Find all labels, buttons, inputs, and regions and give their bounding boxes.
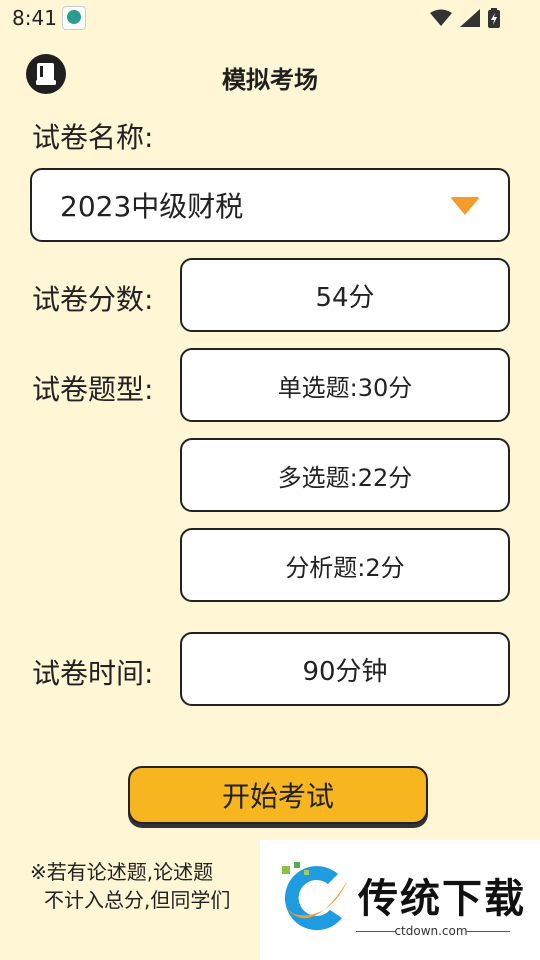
start-exam-button[interactable]: 开始考试 [128, 766, 428, 824]
type-multiple-choice: 多选题:22分 [180, 438, 510, 512]
score-value: 54分 [315, 282, 375, 313]
status-bar: 8:41 [0, 0, 540, 36]
status-icons [430, 8, 500, 28]
page-title: 模拟考场 [222, 66, 318, 94]
types-label: 试卷题型: [32, 373, 154, 406]
time-value: 90分钟 [302, 656, 388, 687]
type-single-choice-text: 单选题:30分 [277, 373, 413, 402]
watermark-brand: 传统下载 [358, 876, 526, 922]
status-time: 8:41 [12, 6, 57, 30]
paper-name-label: 试卷名称: [32, 121, 154, 154]
time-label: 试卷时间: [32, 657, 154, 690]
type-analysis-text: 分析题:2分 [285, 553, 405, 582]
dropdown-arrow-icon [450, 197, 480, 215]
type-single-choice: 单选题:30分 [180, 348, 510, 422]
ctdown-logo-icon [282, 862, 348, 931]
score-field: 54分 [180, 258, 510, 332]
battery-icon [488, 8, 500, 28]
header: 模拟考场 [0, 50, 540, 98]
app-notification-icon [62, 6, 86, 30]
score-label: 试卷分数: [32, 283, 154, 316]
wifi-icon [430, 9, 452, 26]
watermark: 传统下载 ctdown.com [260, 840, 540, 960]
time-field: 90分钟 [180, 632, 510, 706]
watermark-divider-right [466, 931, 510, 932]
paper-name-select[interactable]: 2023中级财税 [30, 168, 510, 242]
type-multiple-choice-text: 多选题:22分 [277, 463, 413, 492]
paper-name-value: 2023中级财税 [60, 190, 244, 223]
type-analysis: 分析题:2分 [180, 528, 510, 602]
signal-icon [460, 9, 480, 27]
